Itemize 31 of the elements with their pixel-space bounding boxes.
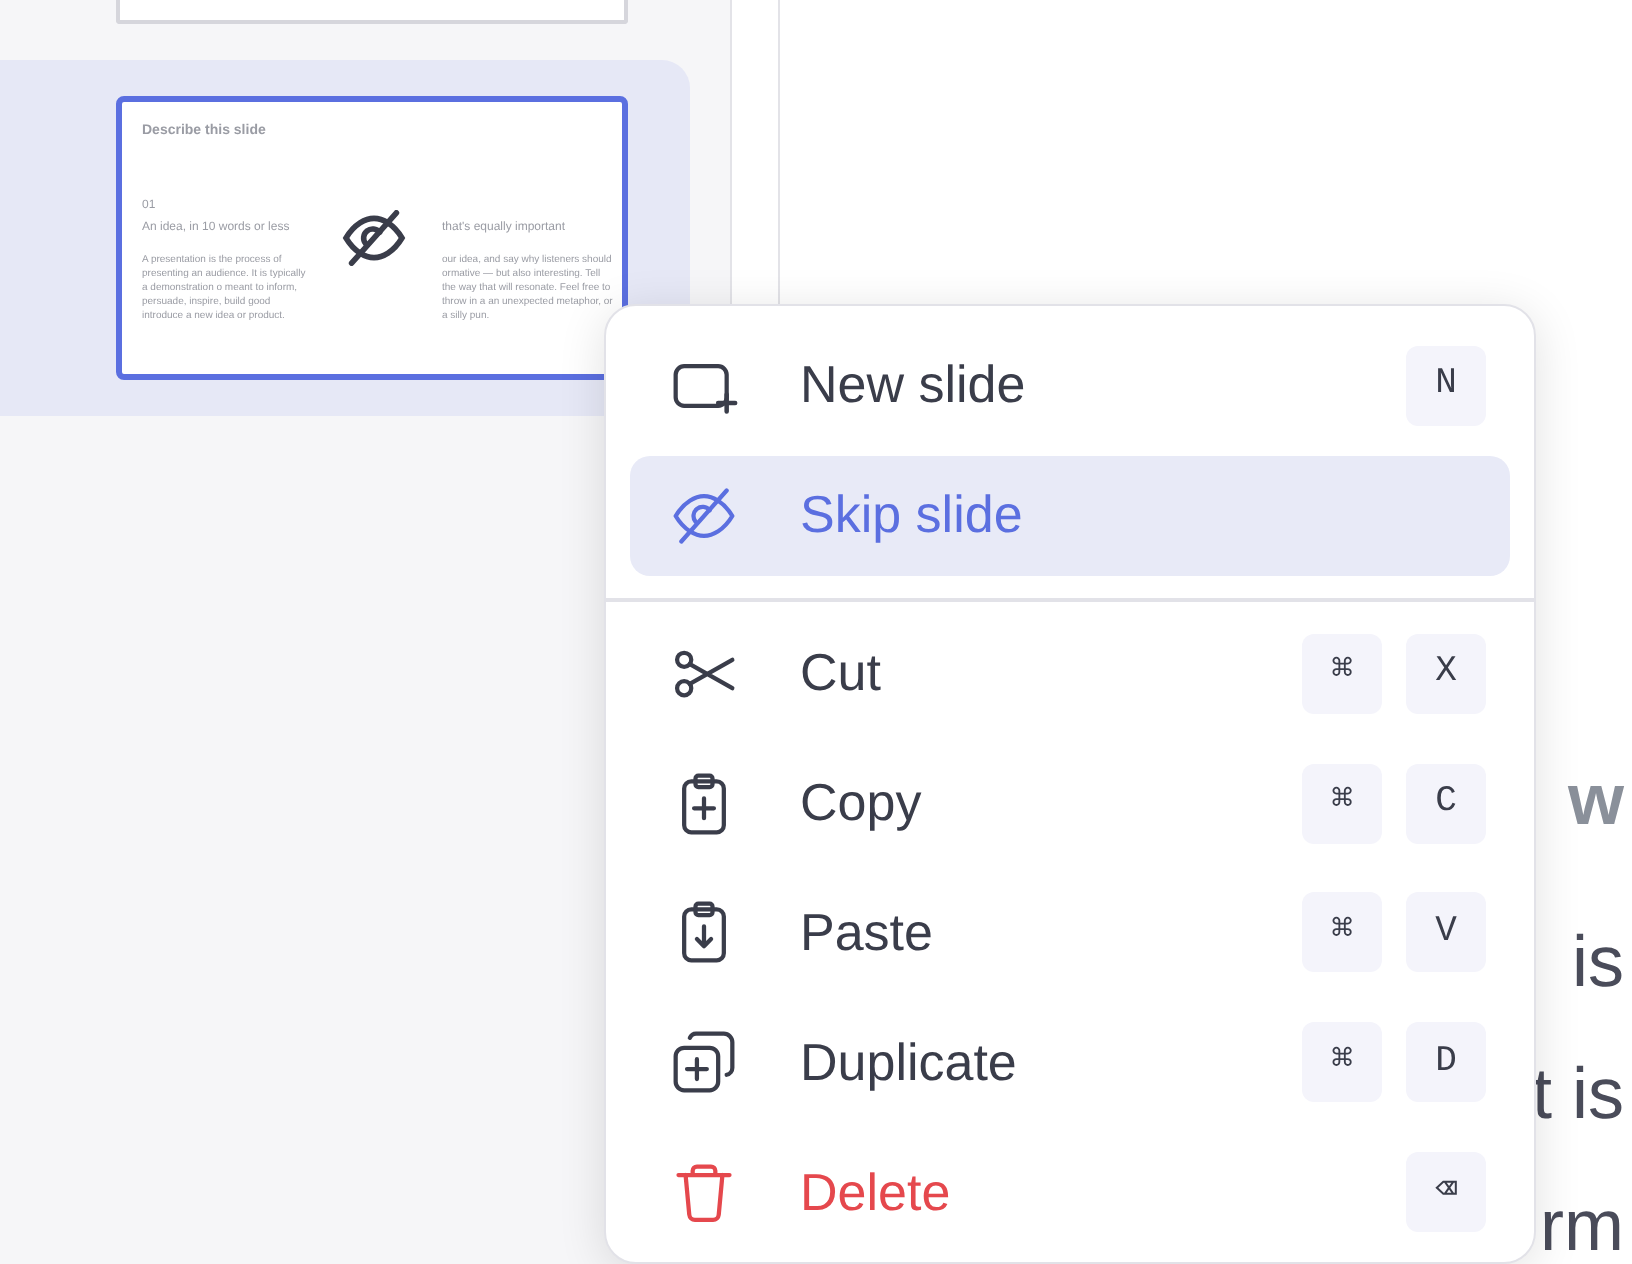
shortcut-key: ⌘ — [1302, 633, 1382, 714]
menu-label: Copy — [800, 770, 924, 836]
menu-item[interactable]: Duplicate ⌘ D — [630, 1002, 1510, 1123]
menu-item[interactable]: Skip slide — [630, 455, 1510, 576]
menu-item[interactable]: Delete ⌫ — [630, 1132, 1510, 1253]
shortcut-key: ⌘ — [1302, 1022, 1382, 1103]
menu-item[interactable]: Cut ⌘ X — [630, 613, 1510, 734]
menu-label: Delete — [800, 1159, 953, 1226]
menu-label: Cut — [800, 640, 883, 707]
menu-item[interactable]: Paste ⌘ V — [630, 872, 1510, 993]
slide-thumbnail[interactable] — [116, 96, 628, 380]
shortcut-key: ⌘ — [1302, 892, 1382, 973]
slide-row[interactable] — [0, 60, 690, 416]
body-text: t is — [1531, 1050, 1624, 1138]
shortcut-key: ⌘ — [1302, 763, 1382, 843]
shortcut-key: V — [1406, 892, 1486, 973]
shortcut-key: D — [1406, 1022, 1486, 1103]
shortcut-key: X — [1406, 633, 1486, 714]
heading-text: w — [1567, 756, 1624, 844]
menu-item[interactable]: New slide N — [630, 326, 1510, 446]
body-text: is — [1572, 918, 1624, 1006]
body-text: rm — [1540, 1182, 1624, 1264]
menu-label: New slide — [800, 352, 1028, 419]
shortcut-key: N — [1406, 345, 1486, 426]
shortcut-key: ⌫ — [1406, 1152, 1486, 1233]
menu-label: Skip slide — [800, 482, 1025, 549]
menu-label: Paste — [800, 899, 935, 966]
menu-label: Duplicate — [800, 1029, 1019, 1096]
menu-item[interactable]: Copy ⌘ C — [630, 743, 1510, 863]
duplicate-icon — [670, 1028, 738, 1097]
shortcut-key: C — [1406, 763, 1486, 843]
